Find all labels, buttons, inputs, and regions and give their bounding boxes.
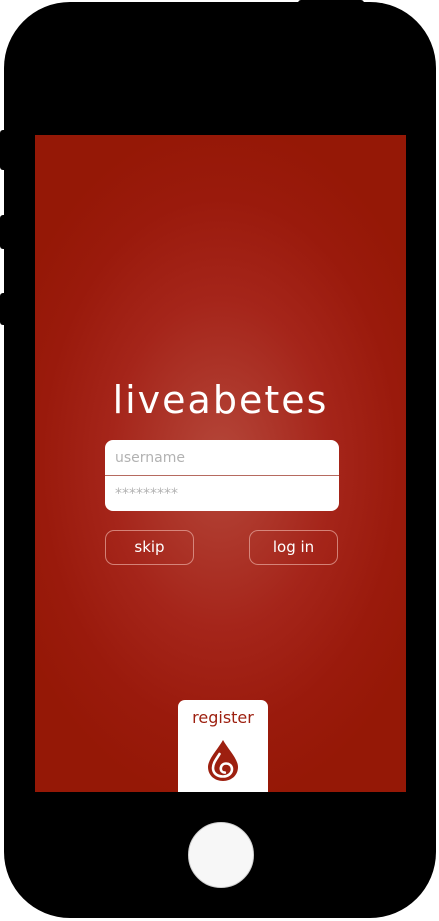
app-screen: liveabetes skip log in register [35, 135, 406, 792]
login-form [105, 440, 339, 511]
username-input[interactable] [105, 440, 339, 475]
register-label: register [192, 708, 254, 727]
app-title: liveabetes [112, 378, 329, 422]
phone-mockup: liveabetes skip log in register [0, 0, 439, 921]
blood-drop-icon [208, 740, 238, 781]
home-button[interactable] [188, 822, 254, 888]
password-input[interactable] [105, 476, 339, 511]
register-button[interactable]: register [178, 700, 268, 792]
skip-button[interactable]: skip [105, 530, 194, 565]
log-in-button[interactable]: log in [249, 530, 338, 565]
